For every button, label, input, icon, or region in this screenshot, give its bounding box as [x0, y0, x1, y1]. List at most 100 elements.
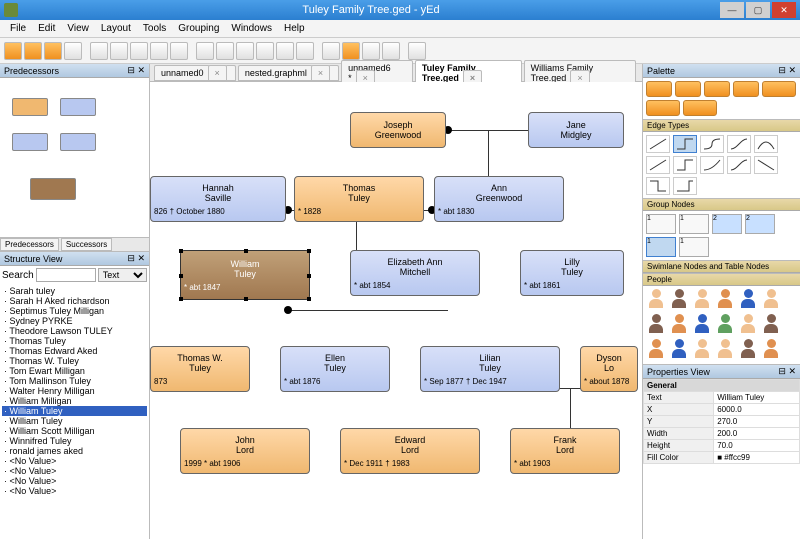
- group-node-icon[interactable]: 1: [646, 237, 676, 257]
- group-node-icon[interactable]: 2: [712, 214, 742, 234]
- node-elizabeth[interactable]: Elizabeth Ann Mitchell* abt 1854: [350, 250, 480, 296]
- edge-type-icon[interactable]: [727, 156, 751, 174]
- structure-item[interactable]: · <No Value>: [2, 466, 147, 476]
- structure-item[interactable]: · Thomas Edward Aked: [2, 346, 147, 356]
- structure-item[interactable]: · ronald james aked: [2, 446, 147, 456]
- structure-item[interactable]: · Septimus Tuley Milligan: [2, 306, 147, 316]
- edge-type-icon[interactable]: [646, 156, 670, 174]
- structure-item[interactable]: · Thomas W. Tuley: [2, 356, 147, 366]
- undo-button[interactable]: [90, 42, 108, 60]
- menu-layout[interactable]: Layout: [95, 23, 137, 34]
- group-node-icon[interactable]: 1: [679, 214, 709, 234]
- person-icon[interactable]: [761, 289, 781, 311]
- structure-item[interactable]: · William Tuley: [2, 416, 147, 426]
- edge-ortho-icon[interactable]: [673, 135, 697, 153]
- node-thomas[interactable]: Thomas Tuley* 1828: [294, 176, 424, 222]
- structure-item[interactable]: · Theodore Lawson TULEY: [2, 326, 147, 336]
- person-icon[interactable]: [646, 289, 666, 311]
- document-tab[interactable]: nested.graphml×: [238, 65, 339, 81]
- graph-canvas[interactable]: Joseph Greenwood Jane Midgley Hannah Sav…: [150, 82, 642, 539]
- edge-curve-icon[interactable]: [700, 135, 724, 153]
- prop-value[interactable]: 70.0: [714, 440, 800, 452]
- tab-successors[interactable]: Successors: [61, 238, 112, 251]
- person-icon[interactable]: [761, 339, 781, 361]
- person-icon[interactable]: [715, 289, 735, 311]
- minimize-button[interactable]: —: [720, 2, 744, 18]
- menu-windows[interactable]: Windows: [225, 23, 278, 34]
- edge-type-icon[interactable]: [646, 177, 670, 195]
- menu-file[interactable]: File: [4, 23, 32, 34]
- help-button[interactable]: [408, 42, 426, 60]
- person-icon[interactable]: [715, 314, 735, 336]
- fit-button[interactable]: [256, 42, 274, 60]
- group-node-icon[interactable]: 1: [646, 214, 676, 234]
- structure-item[interactable]: · William Milligan: [2, 396, 147, 406]
- edge-type-icon[interactable]: [673, 156, 697, 174]
- menu-help[interactable]: Help: [278, 23, 311, 34]
- preview-pane[interactable]: [0, 78, 149, 238]
- menu-tools[interactable]: Tools: [137, 23, 172, 34]
- node-william-selected[interactable]: William Tuley * abt 1847: [180, 250, 310, 300]
- person-icon[interactable]: [738, 339, 758, 361]
- zoom-in-button[interactable]: [236, 42, 254, 60]
- edge-arc-icon[interactable]: [754, 135, 778, 153]
- props-header[interactable]: Properties View⊟ ✕: [643, 365, 800, 379]
- structure-item[interactable]: · Sarah H Aked richardson: [2, 296, 147, 306]
- resize-handle[interactable]: [179, 297, 183, 301]
- zoom-area-button[interactable]: [276, 42, 294, 60]
- node-thomasw[interactable]: Thomas W. Tuley873: [150, 346, 250, 392]
- group-nodes-header[interactable]: Group Nodes: [643, 199, 800, 211]
- redo-button[interactable]: [110, 42, 128, 60]
- node-frank[interactable]: Frank Lord* abt 1903: [510, 428, 620, 474]
- resize-handle[interactable]: [179, 249, 183, 253]
- structure-item[interactable]: · William Scott Milligan: [2, 426, 147, 436]
- person-icon[interactable]: [692, 314, 712, 336]
- resize-handle[interactable]: [179, 274, 183, 278]
- panel-controls-icon[interactable]: ⊟ ✕: [127, 65, 145, 76]
- node-joseph[interactable]: Joseph Greenwood: [350, 112, 446, 148]
- shape-rect[interactable]: [762, 81, 796, 97]
- prop-value[interactable]: 270.0: [714, 416, 800, 428]
- panel-controls-icon[interactable]: ⊟ ✕: [127, 253, 145, 264]
- person-icon[interactable]: [669, 339, 689, 361]
- person-icon[interactable]: [646, 314, 666, 336]
- node-lilian[interactable]: Lilian Tuley* Sep 1877 † Dec 1947: [420, 346, 560, 392]
- structure-item[interactable]: · Thomas Tuley: [2, 336, 147, 346]
- zoom-out-button[interactable]: [196, 42, 214, 60]
- new-button[interactable]: [4, 42, 22, 60]
- resize-handle[interactable]: [307, 297, 311, 301]
- person-icon[interactable]: [646, 339, 666, 361]
- layout2-button[interactable]: [342, 42, 360, 60]
- shape-rect[interactable]: [646, 100, 680, 116]
- snap-button[interactable]: [382, 42, 400, 60]
- node-john[interactable]: John Lord1999 * abt 1906: [180, 428, 310, 474]
- structure-item[interactable]: · Sarah tuley: [2, 286, 147, 296]
- person-icon[interactable]: [692, 289, 712, 311]
- edge-type-icon[interactable]: [700, 156, 724, 174]
- menu-view[interactable]: View: [61, 23, 95, 34]
- structure-list[interactable]: · Sarah tuley· Sarah H Aked richardson· …: [0, 284, 149, 539]
- person-icon[interactable]: [761, 314, 781, 336]
- shape-rect[interactable]: [733, 81, 759, 97]
- document-tab[interactable]: unnamed0×: [154, 65, 236, 81]
- preview-header[interactable]: Predecessors ⊟ ✕: [0, 64, 149, 78]
- prop-value[interactable]: 6000.0: [714, 404, 800, 416]
- resize-handle[interactable]: [307, 249, 311, 253]
- prop-value[interactable]: 200.0: [714, 428, 800, 440]
- panel-controls-icon[interactable]: ⊟ ✕: [778, 366, 796, 377]
- shape-rect[interactable]: [646, 81, 672, 97]
- node-jane[interactable]: Jane Midgley: [528, 112, 624, 148]
- open-button[interactable]: [24, 42, 42, 60]
- tab-close-icon[interactable]: ×: [208, 65, 227, 81]
- zoom-reset-button[interactable]: [216, 42, 234, 60]
- prop-value[interactable]: ■ #ffcc99: [714, 452, 800, 464]
- edge-bezier-icon[interactable]: [727, 135, 751, 153]
- print-button[interactable]: [64, 42, 82, 60]
- person-icon[interactable]: [692, 339, 712, 361]
- prop-value[interactable]: William Tuley: [714, 392, 800, 404]
- search-mode-select[interactable]: Text: [98, 268, 147, 282]
- save-button[interactable]: [44, 42, 62, 60]
- node-edward[interactable]: Edward Lord* Dec 1911 † 1983: [340, 428, 480, 474]
- node-ellen[interactable]: Ellen Tuley* abt 1876: [280, 346, 390, 392]
- node-ann[interactable]: Ann Greenwood* abt 1830: [434, 176, 564, 222]
